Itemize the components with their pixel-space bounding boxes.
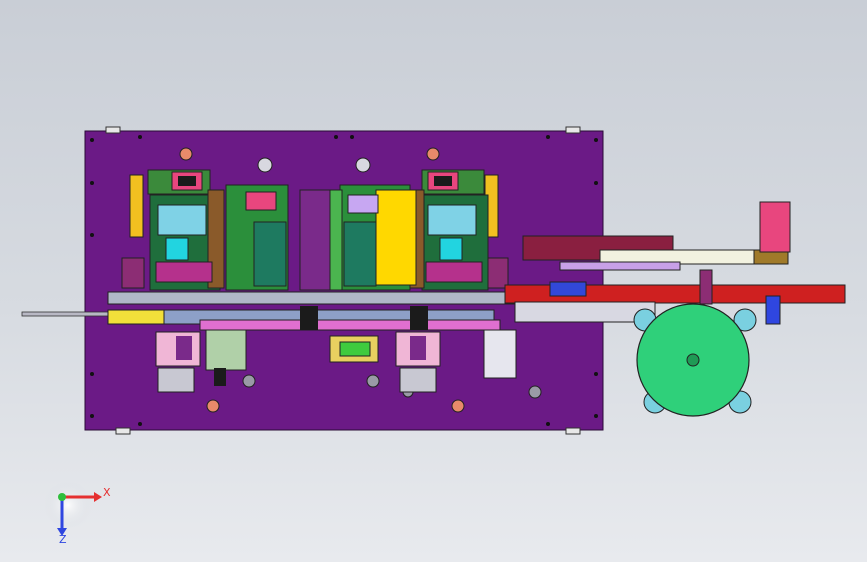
triad-icon bbox=[44, 481, 102, 536]
orientation-triad: X Z bbox=[40, 478, 111, 548]
drive-wheel[interactable] bbox=[633, 303, 757, 417]
x-axis-label: X bbox=[103, 486, 111, 499]
x-axis-arrowhead bbox=[94, 492, 102, 502]
assembly-drawing[interactable] bbox=[0, 0, 867, 562]
central-carriers bbox=[299, 189, 343, 291]
z-axis-label: Z bbox=[59, 533, 67, 546]
cad-viewport[interactable]: X Z bbox=[0, 0, 867, 562]
motor[interactable] bbox=[759, 201, 791, 253]
y-axis-dot bbox=[58, 493, 66, 501]
